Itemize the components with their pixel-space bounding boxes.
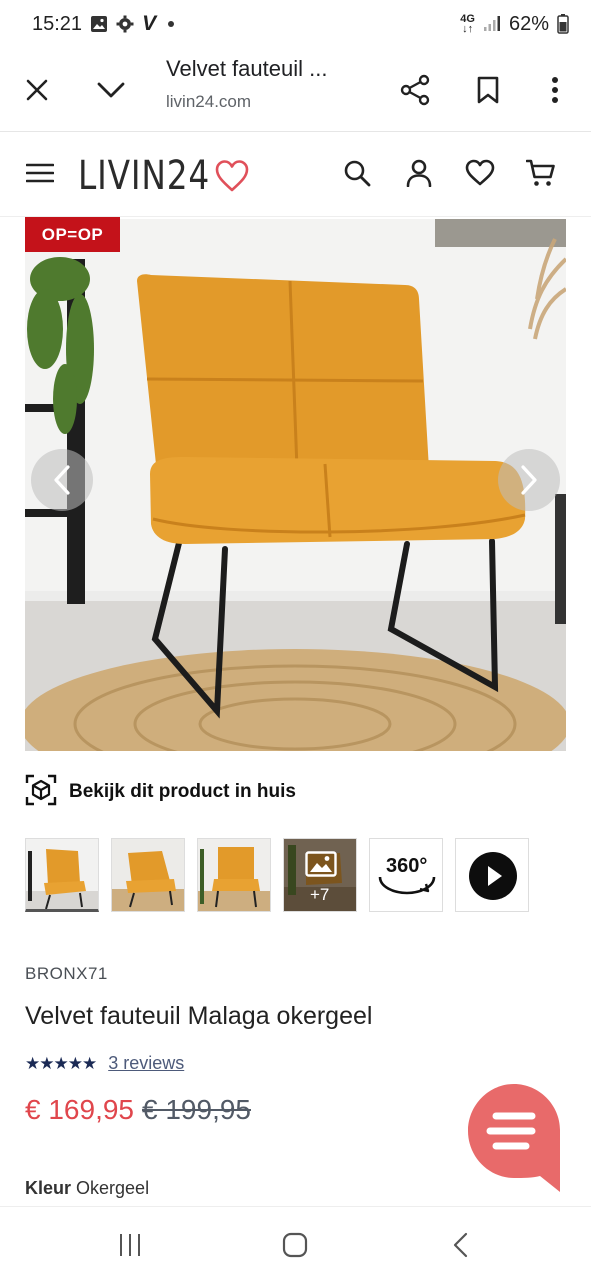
gear-icon — [116, 15, 134, 33]
heart-logo-icon — [215, 159, 249, 198]
original-price: € 199,95 — [142, 1094, 251, 1125]
signal-icon — [483, 15, 501, 33]
price-row: € 169,95 € 199,95 — [25, 1094, 251, 1126]
notification-dot-icon — [168, 21, 175, 27]
ar-view-label: Bekijk dit product in huis — [69, 781, 296, 802]
chat-bubble-icon[interactable] — [468, 1084, 560, 1192]
page-url: livin24.com — [166, 92, 252, 111]
page-title: Velvet fauteuil ... — [166, 56, 328, 81]
bookmark-icon[interactable] — [466, 68, 510, 112]
home-icon[interactable] — [270, 1223, 320, 1267]
more-vert-icon[interactable] — [533, 68, 577, 112]
chevron-down-icon[interactable] — [89, 68, 133, 112]
account-icon[interactable] — [399, 153, 439, 193]
thumbnail-more[interactable]: +7 — [283, 838, 357, 912]
star-rating: ★★★★★ — [25, 1053, 97, 1073]
search-icon[interactable] — [337, 153, 377, 193]
back-icon[interactable] — [436, 1223, 486, 1267]
more-images-count: +7 — [310, 885, 330, 904]
battery-icon — [557, 14, 569, 34]
browser-toolbar: Velvet fauteuil ... livin24.com — [0, 48, 591, 132]
v-app-icon: V — [142, 12, 157, 35]
chevron-left-icon[interactable] — [31, 449, 93, 511]
page-info[interactable]: Velvet fauteuil ... livin24.com — [166, 56, 376, 112]
thumbnail-2[interactable] — [111, 838, 185, 912]
play-icon — [468, 851, 518, 906]
clock: 15:21 — [32, 12, 83, 35]
chevron-right-icon[interactable] — [498, 449, 560, 511]
menu-icon[interactable] — [20, 153, 60, 193]
current-price: € 169,95 — [25, 1094, 134, 1125]
site-header: LIVIN24 — [0, 133, 591, 217]
thumbnail-1[interactable] — [25, 838, 99, 912]
site-logo[interactable]: LIVIN24 — [78, 151, 249, 201]
ar-cube-icon — [25, 774, 57, 811]
wishlist-heart-icon[interactable] — [460, 153, 500, 193]
battery-level: 62% — [508, 12, 549, 35]
promo-badge: OP=OP — [25, 217, 120, 252]
video-button[interactable] — [455, 838, 529, 912]
reviews-link[interactable]: 3 reviews — [108, 1053, 184, 1074]
product-title: Velvet fauteuil Malaga okergeel — [25, 1002, 373, 1030]
view-360-label: 360° — [386, 855, 428, 877]
cart-icon[interactable] — [521, 153, 561, 193]
color-value: Okergeel — [76, 1178, 150, 1198]
product-main-image[interactable] — [25, 219, 566, 751]
product-brand[interactable]: BRONX71 — [25, 964, 108, 984]
thumbnail-strip: +7 360° — [25, 838, 529, 912]
system-nav-bar — [0, 1206, 591, 1280]
thumbnail-3[interactable] — [197, 838, 271, 912]
color-row: Kleur Okergeel — [25, 1178, 149, 1199]
color-label: Kleur — [25, 1178, 72, 1198]
share-icon[interactable] — [393, 68, 437, 112]
gallery-image-icon — [305, 851, 337, 882]
close-icon[interactable] — [15, 68, 59, 112]
image-icon — [90, 15, 108, 33]
recent-apps-icon[interactable] — [105, 1223, 155, 1267]
status-bar: 15:21 V 4G ↓↑ 62% — [0, 0, 591, 48]
ar-view-button[interactable]: Bekijk dit product in huis — [25, 772, 296, 812]
network-type: 4G ↓↑ — [460, 13, 475, 35]
rating-row: ★★★★★ 3 reviews — [25, 1053, 184, 1074]
view-360-button[interactable]: 360° — [369, 838, 443, 912]
